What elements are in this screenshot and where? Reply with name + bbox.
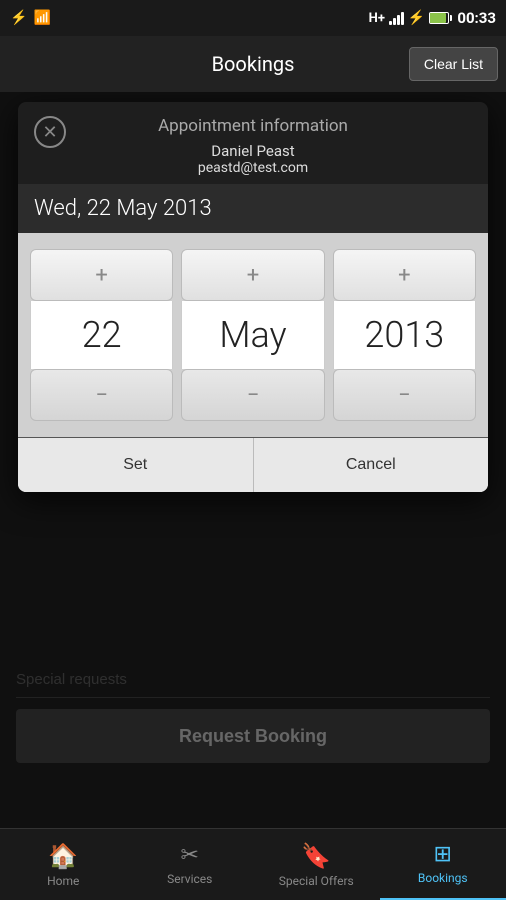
day-value: 22 xyxy=(30,301,173,369)
battery-icon xyxy=(429,12,449,24)
wifi-icon: 📶 xyxy=(33,10,50,26)
month-minus-icon: − xyxy=(247,383,260,408)
year-decrement-button[interactable]: − xyxy=(333,369,476,421)
day-increment-button[interactable]: + xyxy=(30,249,173,301)
modal-title: Appointment information xyxy=(66,116,440,136)
modal-header: ✕ Appointment information Daniel Peast p… xyxy=(18,102,488,184)
month-value: May xyxy=(181,301,324,369)
set-date-button[interactable]: Set xyxy=(18,438,254,492)
modal-user-email: peastd@test.com xyxy=(66,160,440,176)
modal-user-name: Daniel Peast xyxy=(66,142,440,160)
month-decrement-button[interactable]: − xyxy=(181,369,324,421)
nav-item-bookings[interactable]: ⊞ Bookings xyxy=(380,829,506,900)
date-display-text: Wed, 22 May 2013 xyxy=(34,196,472,221)
bottom-nav: 🏠 Home ✂ Services 🔖 Special Offers ⊞ Boo… xyxy=(0,828,506,900)
nav-label-special-offers: Special Offers xyxy=(279,874,354,888)
date-picker-modal: ✕ Appointment information Daniel Peast p… xyxy=(18,102,488,492)
modal-actions: Set Cancel xyxy=(18,437,488,492)
year-value: 2013 xyxy=(333,301,476,369)
app-header: Bookings Clear List xyxy=(0,36,506,92)
home-icon: 🏠 xyxy=(48,842,78,870)
picker-area: + 22 − + May − xyxy=(18,233,488,437)
month-plus-icon: + xyxy=(247,263,259,288)
time-display: 00:33 xyxy=(457,9,496,27)
day-decrement-button[interactable]: − xyxy=(30,369,173,421)
main-content: Appointment information Daniel Peast pea… xyxy=(0,92,506,828)
usb-icon: ⚡ xyxy=(10,10,27,26)
cancel-date-button[interactable]: Cancel xyxy=(254,438,489,492)
close-icon: ✕ xyxy=(42,122,57,143)
modal-title-area: Appointment information Daniel Peast pea… xyxy=(66,116,472,176)
day-minus-icon: − xyxy=(95,383,108,408)
status-bar: ⚡ 📶 H+ ⚡ 00:33 xyxy=(0,0,506,36)
nav-label-bookings: Bookings xyxy=(418,871,468,885)
status-icons-right: H+ ⚡ 00:33 xyxy=(369,9,496,27)
year-plus-icon: + xyxy=(398,263,410,288)
year-minus-icon: − xyxy=(398,383,411,408)
nav-item-services[interactable]: ✂ Services xyxy=(127,829,254,900)
charging-icon: ⚡ xyxy=(408,10,425,26)
date-display-row: Wed, 22 May 2013 xyxy=(18,184,488,233)
month-picker-column: + May − xyxy=(181,249,324,421)
special-offers-icon: 🔖 xyxy=(301,842,331,870)
nav-label-home: Home xyxy=(47,874,79,888)
status-icons-left: ⚡ 📶 xyxy=(10,10,51,26)
year-picker-column: + 2013 − xyxy=(333,249,476,421)
nav-item-home[interactable]: 🏠 Home xyxy=(0,829,127,900)
bookings-icon: ⊞ xyxy=(434,842,452,867)
page-title: Bookings xyxy=(212,52,295,76)
month-increment-button[interactable]: + xyxy=(181,249,324,301)
modal-backdrop: ✕ Appointment information Daniel Peast p… xyxy=(0,92,506,828)
year-increment-button[interactable]: + xyxy=(333,249,476,301)
day-picker-column: + 22 − xyxy=(30,249,173,421)
hplus-icon: H+ xyxy=(369,11,385,26)
clear-list-button[interactable]: Clear List xyxy=(409,47,498,81)
nav-label-services: Services xyxy=(167,872,212,886)
day-plus-icon: + xyxy=(95,263,107,288)
nav-item-special-offers[interactable]: 🔖 Special Offers xyxy=(253,829,380,900)
close-modal-button[interactable]: ✕ xyxy=(34,116,66,148)
signal-icon xyxy=(389,11,404,25)
services-icon: ✂ xyxy=(181,843,199,868)
